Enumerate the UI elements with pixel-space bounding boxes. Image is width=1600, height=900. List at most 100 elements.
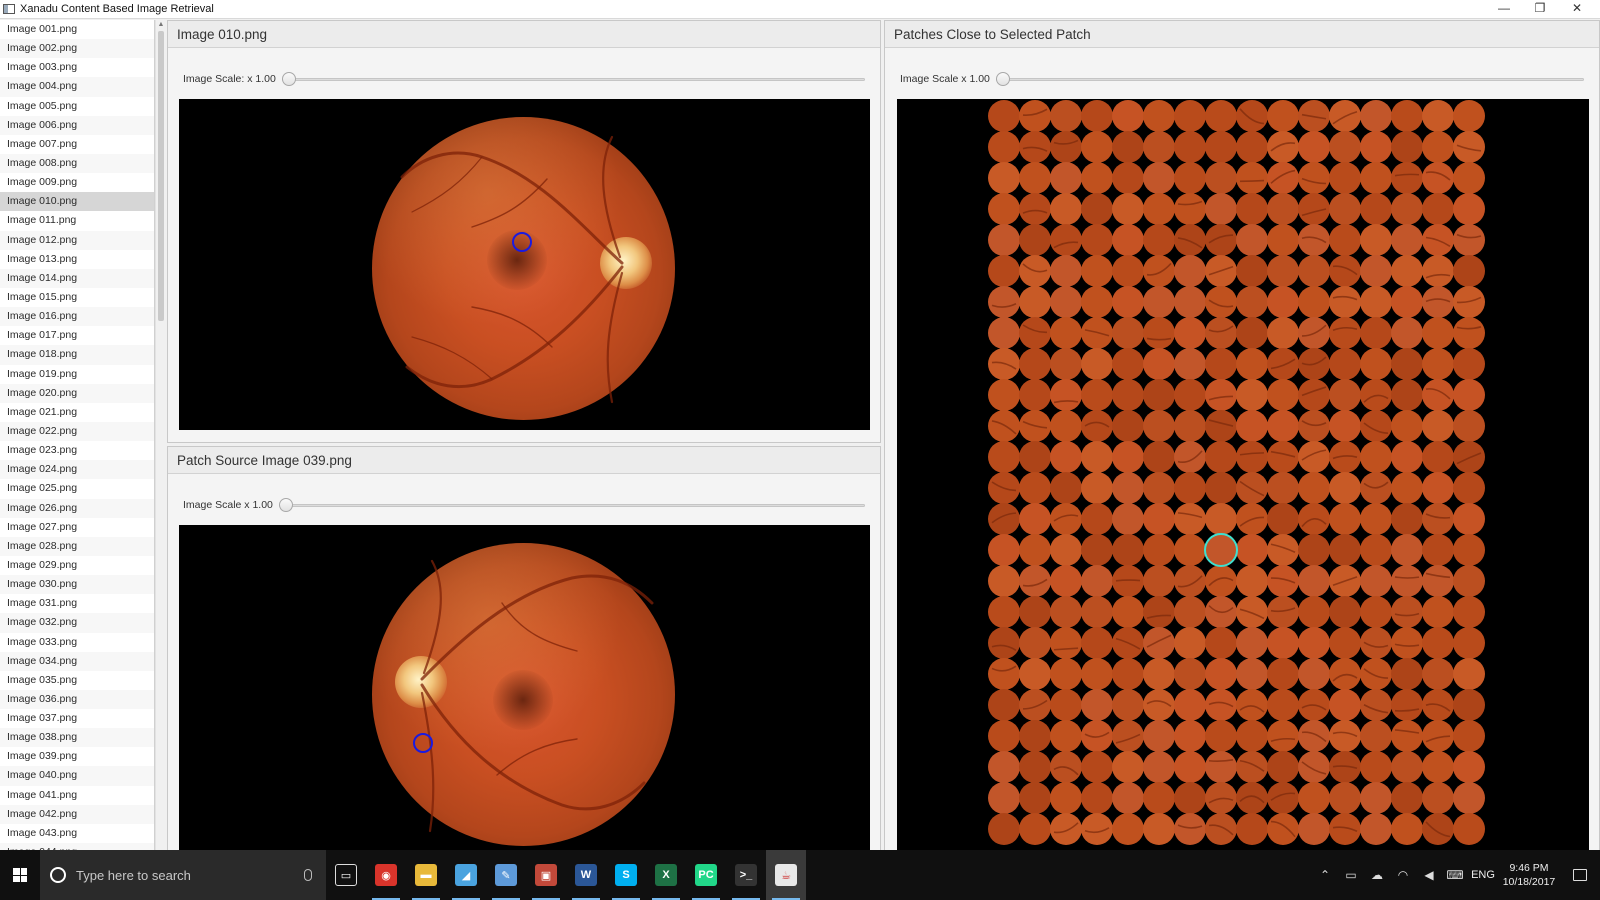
file-list-item[interactable]: Image 030.png [0, 575, 154, 595]
patch-thumbnail[interactable] [1050, 131, 1082, 163]
file-list-item[interactable]: Image 028.png [0, 536, 154, 556]
patch-thumbnail[interactable] [1391, 100, 1423, 132]
patch-thumbnail[interactable] [1298, 441, 1330, 473]
patch-thumbnail[interactable] [1453, 348, 1485, 380]
patch-thumbnail[interactable] [1453, 255, 1485, 287]
patch-thumbnail[interactable] [1329, 317, 1361, 349]
patch-thumbnail[interactable] [1205, 441, 1237, 473]
file-list-item[interactable]: Image 036.png [0, 689, 154, 710]
patch-thumbnail[interactable] [1236, 751, 1268, 783]
patch-thumbnail[interactable] [1081, 193, 1113, 225]
scroll-up-icon[interactable]: ▲ [156, 20, 166, 30]
source-image-viewport[interactable] [179, 525, 870, 854]
patch-thumbnail[interactable] [1329, 193, 1361, 225]
chrome-taskbar-button[interactable]: ◉ [366, 850, 406, 900]
patch-thumbnail[interactable] [1019, 751, 1051, 783]
patch-thumbnail[interactable] [1391, 286, 1423, 318]
patch-thumbnail[interactable] [1174, 441, 1206, 473]
patch-thumbnail[interactable] [1143, 627, 1175, 659]
patch-thumbnail[interactable] [1360, 410, 1392, 442]
patch-thumbnail[interactable] [1422, 534, 1454, 566]
patch-thumbnail[interactable] [988, 224, 1020, 256]
file-list-item[interactable]: Image 006.png [0, 115, 154, 135]
file-list-item[interactable]: Image 024.png [0, 460, 154, 480]
minimize-button[interactable]: — [1486, 0, 1522, 19]
patch-thumbnail[interactable] [1019, 596, 1051, 628]
patch-thumbnail[interactable] [1112, 100, 1144, 132]
patch-thumbnail[interactable] [1174, 813, 1206, 845]
patch-thumbnail[interactable] [1298, 596, 1330, 628]
selected-patch-highlight[interactable] [1204, 533, 1238, 567]
patch-thumbnail[interactable] [1143, 720, 1175, 752]
slider-thumb[interactable] [995, 72, 1010, 86]
patch-thumbnail[interactable] [1329, 379, 1361, 411]
patch-thumbnail[interactable] [1019, 348, 1051, 380]
file-list-item[interactable]: Image 035.png [0, 671, 154, 690]
patch-thumbnail[interactable] [1050, 503, 1082, 535]
patch-thumbnail[interactable] [1205, 813, 1237, 845]
patch-thumbnail[interactable] [1360, 503, 1392, 535]
patch-thumbnail[interactable] [1391, 503, 1423, 535]
patch-thumbnail[interactable] [1050, 379, 1082, 411]
patch-grid-viewport[interactable] [897, 99, 1589, 856]
file-list-item[interactable]: Image 020.png [0, 383, 154, 403]
patch-thumbnail[interactable] [988, 565, 1020, 597]
patch-thumbnail[interactable] [1360, 720, 1392, 752]
patch-thumbnail[interactable] [1298, 255, 1330, 287]
patch-thumbnail[interactable] [1360, 348, 1392, 380]
patch-thumbnail[interactable] [1174, 131, 1206, 163]
patch-thumbnail[interactable] [988, 379, 1020, 411]
patch-thumbnail[interactable] [1143, 348, 1175, 380]
battery-icon[interactable]: ▭ [1338, 850, 1364, 900]
patch-thumbnail[interactable] [1422, 131, 1454, 163]
patch-thumbnail[interactable] [988, 534, 1020, 566]
patch-thumbnail[interactable] [1174, 162, 1206, 194]
patch-thumbnail[interactable] [1081, 534, 1113, 566]
patch-thumbnail[interactable] [1174, 224, 1206, 256]
patch-thumbnail[interactable] [1050, 255, 1082, 287]
patch-thumbnail[interactable] [1267, 193, 1299, 225]
patch-thumbnail[interactable] [1050, 348, 1082, 380]
patch-thumbnail[interactable] [1081, 100, 1113, 132]
patch-thumbnail[interactable] [1174, 193, 1206, 225]
patch-thumbnail[interactable] [1236, 472, 1268, 504]
patch-thumbnail[interactable] [1391, 658, 1423, 690]
patch-thumbnail[interactable] [1360, 596, 1392, 628]
patch-thumbnail[interactable] [1205, 689, 1237, 721]
patch-thumbnail[interactable] [1081, 348, 1113, 380]
file-list-item[interactable]: Image 025.png [0, 479, 154, 498]
patch-thumbnail[interactable] [1143, 565, 1175, 597]
patch-thumbnail[interactable] [988, 162, 1020, 194]
patch-thumbnail[interactable] [1050, 410, 1082, 442]
patch-thumbnail[interactable] [1019, 162, 1051, 194]
patch-thumbnail[interactable] [1143, 317, 1175, 349]
patch-thumbnail[interactable] [1360, 162, 1392, 194]
patch-thumbnail[interactable] [1019, 627, 1051, 659]
patch-thumbnail[interactable] [1174, 379, 1206, 411]
patch-thumbnail[interactable] [1422, 193, 1454, 225]
patch-thumbnail[interactable] [1019, 193, 1051, 225]
patch-thumbnail[interactable] [1360, 751, 1392, 783]
patch-thumbnail[interactable] [1298, 286, 1330, 318]
patch-thumbnail[interactable] [1019, 689, 1051, 721]
patch-thumbnail[interactable] [1267, 131, 1299, 163]
patch-thumbnail[interactable] [1050, 720, 1082, 752]
patch-thumbnail[interactable] [1050, 286, 1082, 318]
patch-thumbnail[interactable] [1112, 131, 1144, 163]
patch-thumbnail[interactable] [1329, 782, 1361, 814]
wifi-icon[interactable]: ◠ [1390, 850, 1416, 900]
file-list-item[interactable]: Image 019.png [0, 365, 154, 384]
patch-thumbnail[interactable] [1112, 813, 1144, 845]
file-list-item[interactable]: Image 017.png [0, 326, 154, 345]
patch-thumbnail[interactable] [1019, 534, 1051, 566]
patch-thumbnail[interactable] [1050, 565, 1082, 597]
patch-thumbnail[interactable] [1050, 162, 1082, 194]
patch-thumbnail[interactable] [1267, 286, 1299, 318]
patch-thumbnail[interactable] [1267, 255, 1299, 287]
patch-thumbnail[interactable] [1267, 410, 1299, 442]
patch-thumbnail[interactable] [1019, 224, 1051, 256]
patch-thumbnail[interactable] [988, 627, 1020, 659]
patch-thumbnail[interactable] [1360, 782, 1392, 814]
patch-thumbnail[interactable] [1236, 317, 1268, 349]
patch-thumbnail[interactable] [988, 720, 1020, 752]
